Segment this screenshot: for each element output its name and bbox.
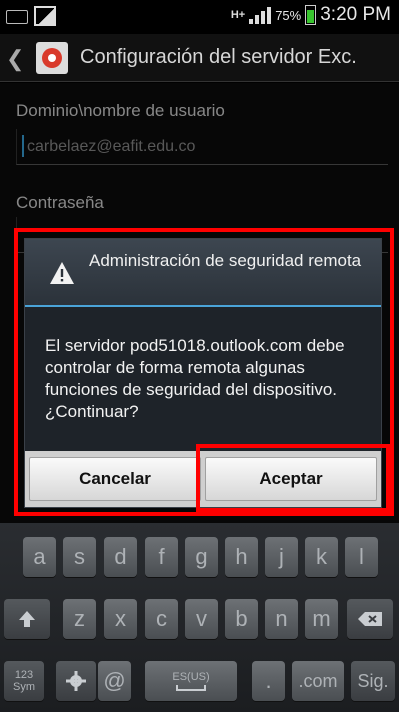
- shift-arrow-icon: [19, 611, 35, 627]
- key-f[interactable]: f: [145, 537, 178, 577]
- battery-percent: 75%: [275, 7, 302, 23]
- keyboard-row-zxcv: z x c v b n m: [0, 599, 399, 643]
- signal-icon: [249, 6, 272, 24]
- gear-icon: [66, 671, 86, 691]
- backspace-icon: [358, 612, 382, 626]
- back-chevron-icon[interactable]: ❮: [6, 46, 24, 72]
- key-x[interactable]: x: [104, 599, 137, 639]
- network-type: H+: [230, 9, 246, 21]
- keyboard-row-bottom: 123 Sym @ ES(US) . .com Sig.: [0, 661, 399, 705]
- key-c[interactable]: c: [145, 599, 178, 639]
- key-a[interactable]: a: [23, 537, 56, 577]
- key-v[interactable]: v: [185, 599, 218, 639]
- clock: 3:20 PM: [320, 4, 391, 25]
- key-at[interactable]: @: [98, 661, 131, 701]
- key-k[interactable]: k: [305, 537, 338, 577]
- space-key[interactable]: ES(US): [145, 661, 237, 701]
- shift-key[interactable]: [4, 599, 50, 639]
- accept-highlight-box: [196, 444, 390, 512]
- keyboard-row-asdf: a s d f g h j k l: [0, 537, 399, 581]
- status-bar: H+ 75% 3:20 PM: [0, 0, 399, 34]
- email-app-icon[interactable]: [36, 42, 68, 74]
- key-b[interactable]: b: [225, 599, 258, 639]
- key-g[interactable]: g: [185, 537, 218, 577]
- gallery-icon: [34, 6, 56, 26]
- action-bar: ❮ Configuración del servidor Exc.: [0, 34, 399, 82]
- key-dotcom[interactable]: .com: [292, 661, 344, 701]
- key-s[interactable]: s: [63, 537, 96, 577]
- key-l[interactable]: l: [345, 537, 378, 577]
- sym-key[interactable]: 123 Sym: [4, 661, 44, 701]
- key-j[interactable]: j: [265, 537, 298, 577]
- key-z[interactable]: z: [63, 599, 96, 639]
- status-left: [6, 6, 56, 26]
- backspace-key[interactable]: [347, 599, 393, 639]
- battery-icon: [305, 5, 317, 25]
- settings-key[interactable]: [56, 661, 96, 701]
- key-m[interactable]: m: [305, 599, 338, 639]
- key-n[interactable]: n: [265, 599, 298, 639]
- page-title: Configuración del servidor Exc.: [80, 46, 357, 68]
- status-right: H+ 75% 3:20 PM: [231, 4, 391, 26]
- key-period[interactable]: .: [252, 661, 285, 701]
- keyboard-icon: [6, 10, 28, 24]
- space-language-label: ES(US): [172, 671, 210, 683]
- space-bar-icon: [176, 685, 206, 691]
- onscreen-keyboard: a s d f g h j k l z x c v b n m 123 Sym …: [0, 523, 399, 712]
- next-key[interactable]: Sig.: [351, 661, 395, 701]
- key-h[interactable]: h: [225, 537, 258, 577]
- key-d[interactable]: d: [104, 537, 137, 577]
